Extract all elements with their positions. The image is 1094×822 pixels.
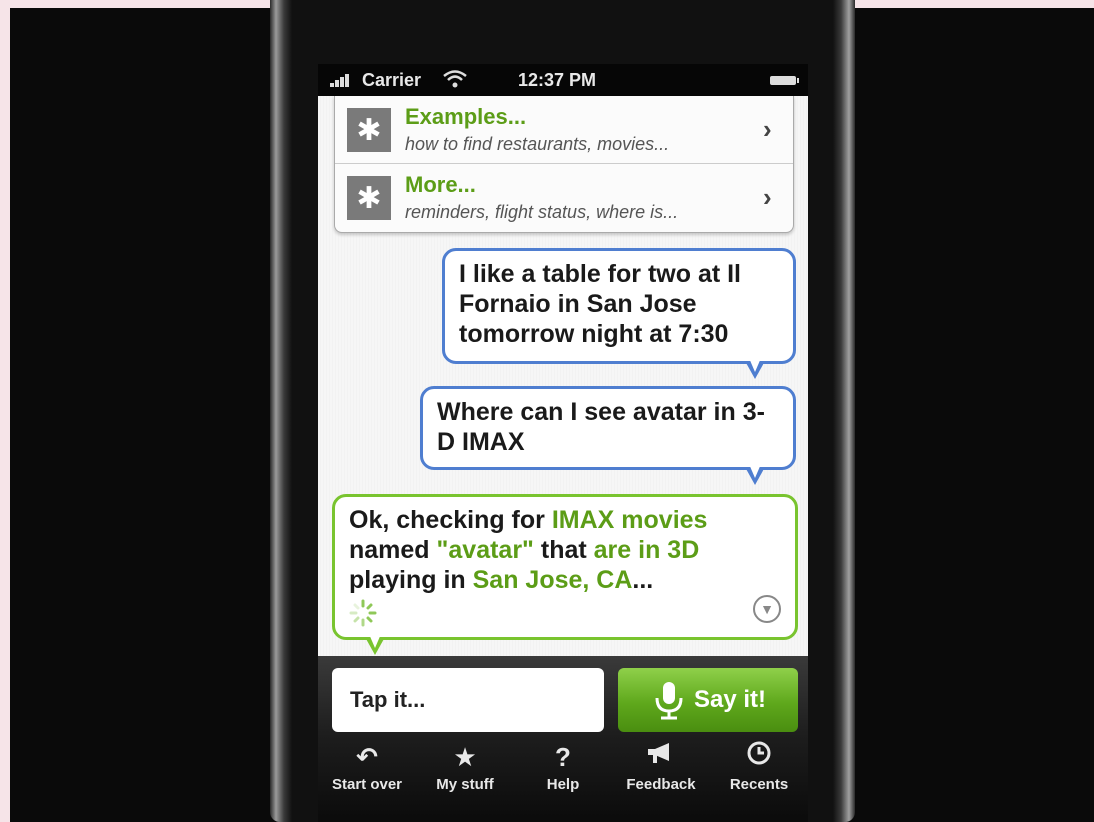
expand-down-icon[interactable]: ▼ [753, 595, 781, 623]
user-message-text: Where can I see avatar in 3-D IMAX [437, 398, 765, 456]
tab-label: Start over [331, 776, 403, 793]
tab-label: Feedback [626, 776, 696, 793]
tab-label: Recents [729, 776, 789, 793]
assistant-reply-bubble: Ok, checking for IMAX movies named "avat… [332, 494, 798, 655]
menu-item-title: More... [405, 172, 476, 197]
tap-it-input[interactable]: Tap it... [332, 668, 604, 732]
asterisk-icon: ✱ [347, 108, 391, 152]
tab-feedback[interactable]: Feedback [612, 740, 710, 793]
status-bar: Carrier 12:37 PM [318, 64, 808, 96]
chevron-right-icon: › [763, 114, 772, 144]
status-time: 12:37 PM [518, 70, 597, 90]
tab-bar: ↶ Start over ★ My stuff ? Help Feedback [318, 740, 808, 822]
bubble-tail [365, 634, 385, 655]
say-it-label: Say it! [694, 686, 767, 713]
menu-item-subtitle: how to find restaurants, movies... [405, 134, 670, 154]
user-message-bubble: I like a table for two at Il Fornaio in … [442, 248, 796, 379]
carrier-name: Carrier [362, 70, 422, 90]
say-it-button[interactable]: Say it! [618, 668, 798, 732]
question-mark-icon: ? [555, 742, 571, 772]
asterisk-icon: ✱ [347, 176, 391, 220]
loading-spinner-icon [349, 599, 377, 627]
menu-item-more[interactable]: ✱ More... reminders, flight status, wher… [335, 164, 793, 231]
signal-bars-icon [330, 70, 358, 93]
frame-left-band [0, 0, 10, 822]
megaphone-icon [612, 740, 710, 774]
menu-item-examples[interactable]: ✱ Examples... how to find restaurants, m… [335, 96, 793, 164]
tab-label: Help [546, 776, 580, 793]
clock-icon [710, 740, 808, 774]
assistant-reply-text: Ok, checking for IMAX movies named "avat… [349, 506, 708, 594]
tab-label: My stuff [436, 776, 494, 793]
battery-icon [770, 76, 799, 85]
microphone-icon [652, 680, 686, 727]
bubble-tail [745, 464, 765, 485]
bubble-tail [745, 358, 765, 379]
wifi-icon [442, 68, 468, 95]
menu-item-subtitle: reminders, flight status, where is... [405, 202, 679, 222]
user-message-text: I like a table for two at Il Fornaio in … [459, 260, 742, 348]
tab-recents[interactable]: Recents [710, 740, 808, 793]
input-panel: Tap it... Say it! ↶ Start over ★ My stuf… [318, 656, 808, 822]
conversation-area[interactable]: ✱ Examples... how to find restaurants, m… [318, 96, 808, 656]
menu-item-title: Examples... [405, 104, 527, 129]
chevron-right-icon: › [763, 182, 772, 212]
undo-arrow-icon: ↶ [356, 742, 378, 772]
star-icon: ★ [453, 742, 477, 772]
suggestions-menu: ✱ Examples... how to find restaurants, m… [334, 96, 794, 233]
phone-screen: Carrier 12:37 PM ✱ Examples... how to fi… [318, 64, 808, 822]
tab-help[interactable]: ? Help [514, 740, 612, 793]
user-message-bubble: Where can I see avatar in 3-D IMAX [420, 386, 796, 485]
tab-my-stuff[interactable]: ★ My stuff [416, 740, 514, 793]
tab-start-over[interactable]: ↶ Start over [318, 740, 416, 793]
